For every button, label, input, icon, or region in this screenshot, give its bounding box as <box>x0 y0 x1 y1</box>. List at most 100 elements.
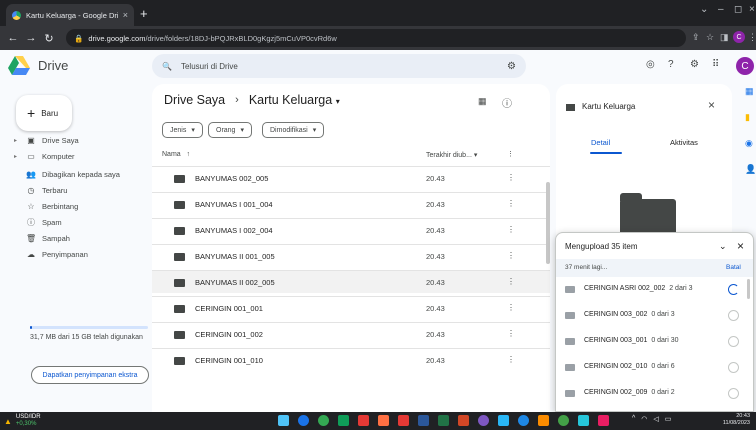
start-icon[interactable] <box>278 415 289 426</box>
collapse-icon[interactable]: ⌄ <box>719 241 727 252</box>
account-avatar[interactable]: C <box>736 57 754 75</box>
table-row[interactable]: CERINGIN 001_001 20.43 ⋮ <box>152 296 550 319</box>
store-icon[interactable] <box>578 415 589 426</box>
table-row[interactable]: BANYUMAS II 001_005 20.43 ⋮ <box>152 244 550 267</box>
header-more-icon[interactable]: ⋮ <box>507 150 514 158</box>
breadcrumb-current[interactable]: Kartu Keluarga ▾ <box>249 93 340 107</box>
profile-icon[interactable]: C <box>733 31 745 43</box>
grid-view-icon[interactable]: ▦ <box>478 96 487 107</box>
row-more-icon[interactable]: ⋮ <box>507 355 515 364</box>
row-more-icon[interactable]: ⋮ <box>507 277 515 286</box>
table-row[interactable]: BANYUMAS 002_005 20.43 ⋮ <box>152 166 550 189</box>
name-column-header[interactable]: Nama ↑ <box>162 151 190 158</box>
volume-icon[interactable]: ◁ <box>653 415 658 423</box>
file-list-scrollbar[interactable] <box>546 182 550 264</box>
upload-item[interactable]: CERINGIN 003_001 0 dari 30 <box>556 331 753 354</box>
contacts-icon[interactable]: 👤 <box>745 164 756 175</box>
tab-search-icon[interactable]: ⌄ <box>700 4 708 15</box>
row-more-icon[interactable]: ⋮ <box>507 199 515 208</box>
expand-arrow-icon[interactable]: ▸ <box>14 153 20 160</box>
upload-item[interactable]: CERINGIN 002_010 0 dari 6 <box>556 357 753 380</box>
photos-icon[interactable] <box>598 415 609 426</box>
new-button[interactable]: + Baru <box>16 95 72 131</box>
wifi-icon[interactable]: ◠ <box>641 415 647 423</box>
details-close-icon[interactable]: × <box>708 98 715 112</box>
tab-close-icon[interactable]: × <box>123 10 128 20</box>
bookmark-star-icon[interactable]: ☆ <box>706 32 714 43</box>
files-icon[interactable] <box>538 415 549 426</box>
tray-chevron-icon[interactable]: ^ <box>632 415 635 423</box>
search-input[interactable]: Telusuri di Drive <box>181 62 238 71</box>
window-close-icon[interactable]: × <box>749 4 755 15</box>
clock[interactable]: 20:43 11/08/2023 <box>716 413 750 427</box>
back-icon[interactable]: ← <box>4 32 22 44</box>
stock-widget[interactable]: ▲ USD/IDR +0,30% <box>4 414 41 428</box>
info-icon[interactable]: ⓘ <box>502 95 512 110</box>
new-tab-button[interactable]: + <box>140 6 148 21</box>
tab-activity[interactable]: Aktivitas <box>670 138 698 147</box>
obs-icon[interactable] <box>478 415 489 426</box>
browser-tab[interactable]: Kartu Keluarga - Google Drive × <box>6 4 134 26</box>
vscode-icon[interactable] <box>498 415 509 426</box>
word-icon[interactable] <box>418 415 429 426</box>
table-row[interactable]: BANYUMAS I 002_004 20.43 ⋮ <box>152 218 550 241</box>
chrome-alt-icon[interactable] <box>558 415 569 426</box>
search-icon[interactable]: 🔍 <box>162 62 172 71</box>
get-storage-button[interactable]: Dapatkan penyimpanan ekstra <box>31 366 149 384</box>
sidebar-item-komputer[interactable]: ▸ ▭ Komputer <box>14 148 75 164</box>
filter-chip-orang[interactable]: Orang ▾ <box>208 122 252 138</box>
reload-icon[interactable]: ↻ <box>40 32 58 45</box>
drive-logo[interactable]: Drive <box>8 56 68 75</box>
sidebar-item-terbaru[interactable]: ◷ Terbaru <box>14 182 68 198</box>
table-row[interactable]: BANYUMAS I 001_004 20.43 ⋮ <box>152 192 550 215</box>
offline-status-icon[interactable]: ◎ <box>646 59 655 70</box>
sidebar-item-dibagikan-kepada-saya[interactable]: 👥 Dibagikan kepada saya <box>14 166 120 182</box>
search-taskbar-icon[interactable] <box>298 415 309 426</box>
upload-close-icon[interactable]: × <box>737 239 744 253</box>
row-more-icon[interactable]: ⋮ <box>507 173 515 182</box>
app-icon[interactable] <box>378 415 389 426</box>
powerpoint-icon[interactable] <box>458 415 469 426</box>
pdf-icon[interactable] <box>398 415 409 426</box>
sidebar-item-sampah[interactable]: 🗑 Sampah <box>14 230 70 246</box>
row-more-icon[interactable]: ⋮ <box>507 303 515 312</box>
breadcrumb-root[interactable]: Drive Saya <box>164 93 225 107</box>
minimize-icon[interactable]: – <box>718 4 724 15</box>
settings-icon[interactable]: ⚙ <box>690 59 699 70</box>
upload-item[interactable]: CERINGIN 002_009 0 dari 2 <box>556 383 753 406</box>
sidepanel-icon[interactable]: ◨ <box>720 32 729 43</box>
sidebar-item-drive-saya[interactable]: ▸ ▣ Drive Saya <box>14 132 79 148</box>
sidebar-item-spam[interactable]: ⓘ Spam <box>14 214 62 230</box>
filter-chip-jenis[interactable]: Jenis ▾ <box>162 122 203 138</box>
help-icon[interactable]: ? <box>668 59 674 70</box>
apps-grid-icon[interactable]: ⠿ <box>712 59 719 70</box>
table-row[interactable]: CERINGIN 001_002 20.43 ⋮ <box>152 322 550 345</box>
keep-icon[interactable]: ▮ <box>745 112 750 123</box>
filter-chip-dimodifikasi[interactable]: Dimodifikasi ▾ <box>262 122 325 138</box>
sidebar-item-penyimpanan[interactable]: ☁ Penyimpanan <box>14 246 88 262</box>
whatsapp-icon[interactable] <box>338 415 349 426</box>
table-row[interactable]: CERINGIN 001_010 20.43 ⋮ <box>152 348 550 371</box>
excel-icon[interactable] <box>438 415 449 426</box>
table-row[interactable]: BANYUMAS II 002_005 20.43 ⋮ <box>152 270 550 293</box>
maximize-icon[interactable]: ◻ <box>734 4 742 15</box>
calendar-icon[interactable]: ▦ <box>745 86 754 97</box>
battery-icon[interactable]: ▭ <box>665 415 672 423</box>
expand-arrow-icon[interactable]: ▸ <box>14 137 20 144</box>
row-more-icon[interactable]: ⋮ <box>507 251 515 260</box>
row-more-icon[interactable]: ⋮ <box>507 225 515 234</box>
share-icon[interactable]: ⇪ <box>692 32 700 43</box>
tasks-icon[interactable]: ◉ <box>745 138 753 149</box>
forward-icon[interactable]: → <box>22 32 40 44</box>
browser-icon[interactable] <box>518 415 529 426</box>
netflix-icon[interactable] <box>358 415 369 426</box>
sort-arrow-icon[interactable]: ↑ <box>187 151 191 158</box>
chrome-menu-icon[interactable]: ⋮ <box>748 32 756 43</box>
address-bar[interactable]: 🔒 drive.google.com/drive/folders/18DJ-bP… <box>66 29 686 47</box>
sidebar-item-berbintang[interactable]: ☆ Berbintang <box>14 198 78 214</box>
search-bar[interactable]: 🔍 Telusuri di Drive ⚙ <box>152 54 526 78</box>
chrome-taskbar-icon[interactable] <box>318 415 329 426</box>
search-options-icon[interactable]: ⚙ <box>507 61 516 72</box>
modified-column-header[interactable]: Terakhir diub... ▾ <box>426 151 477 159</box>
upload-cancel-button[interactable]: Batal <box>726 264 741 271</box>
